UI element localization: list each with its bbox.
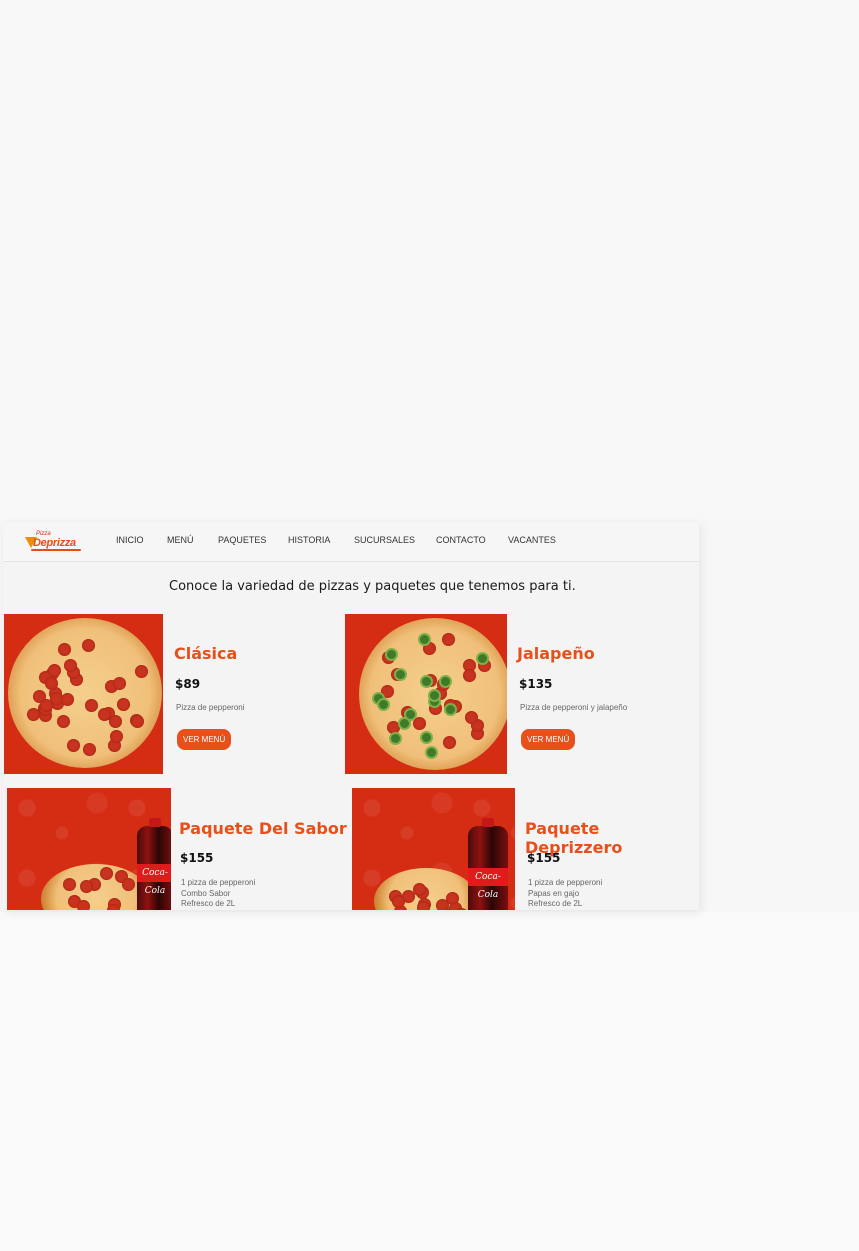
jalapeno-topping [389, 731, 403, 745]
card-desc-deprizzero: 1 pizza de pepperoni Papas en gajo Refre… [528, 878, 602, 910]
pepperoni-topping [47, 664, 61, 678]
pepperoni-topping [63, 658, 77, 672]
jalapeno-topping [417, 633, 431, 647]
pepperoni-topping [116, 698, 130, 712]
pepperoni-pizza-image [41, 864, 151, 910]
pepperoni-topping [81, 638, 95, 652]
bottle-cap [149, 818, 161, 827]
pepperoni-topping [99, 867, 113, 881]
package-image-del-sabor: Coca-Cola [7, 788, 171, 910]
jalapeno-topping [438, 675, 452, 689]
card-desc-jalapeno: Pizza de pepperoni y jalapeño [520, 703, 627, 714]
desc-line: Refresco de 2L [181, 899, 236, 908]
pizza-image-jalapeno [345, 614, 507, 774]
pepperoni-topping [131, 714, 145, 728]
pepperoni-topping [392, 894, 406, 908]
pepperoni-topping [108, 714, 122, 728]
nav-sucursales[interactable]: SUCURSALES [354, 535, 415, 545]
ver-menu-button-clasica[interactable]: VER MENÚ [177, 729, 232, 750]
website-preview: Pizza Deprizza INICIO MENÚ PAQUETES HIST… [3, 522, 699, 910]
pepperoni-topping [58, 643, 72, 657]
pepperoni-topping [443, 735, 457, 749]
section-headline: Conoce la variedad de pizzas y paquetes … [169, 579, 576, 594]
nav-historia[interactable]: HISTORIA [288, 535, 330, 545]
pepperoni-topping [454, 908, 468, 910]
card-price-del-sabor: $155 [180, 851, 214, 865]
pepperoni-topping [77, 899, 91, 910]
pepperoni-topping [465, 710, 479, 724]
jalapeno-topping [377, 697, 391, 711]
pepperoni-topping [107, 904, 121, 910]
pepperoni-topping [67, 738, 81, 752]
pepperoni-topping [112, 677, 126, 691]
card-price-jalapeno: $135 [519, 677, 553, 691]
pepperoni-topping [135, 664, 149, 678]
nav-vacantes[interactable]: VACANTES [508, 535, 556, 545]
page-background-top [0, 0, 859, 520]
bottle-label: Coca-Cola [468, 868, 508, 900]
jalapeno-topping [398, 716, 412, 730]
pepperoni-pizza-image [374, 868, 478, 910]
nav-inicio[interactable]: INICIO [116, 535, 144, 545]
brand-logo[interactable]: Pizza Deprizza [23, 530, 83, 554]
pepperoni-topping [441, 632, 455, 646]
nav-menu[interactable]: MENÚ [167, 535, 194, 545]
navbar: Pizza Deprizza INICIO MENÚ PAQUETES HIST… [3, 522, 699, 562]
pepperoni-topping [83, 743, 97, 757]
pepperoni-topping [80, 880, 94, 894]
pepperoni-topping [45, 676, 59, 690]
pepperoni-topping [435, 898, 449, 910]
pepperoni-topping [416, 900, 430, 910]
pepperoni-topping [121, 878, 135, 892]
pepperoni-topping [109, 730, 123, 744]
desc-line: Pizza de pepperoni [176, 703, 245, 712]
logo-brand-text: Deprizza [33, 537, 76, 549]
page-background-bottom [0, 912, 859, 1251]
bottle-label: Coca-Cola [137, 864, 171, 896]
pepperoni-topping [61, 692, 75, 706]
card-title-jalapeno: Jalapeño [517, 644, 595, 663]
jalapeno-topping [475, 652, 489, 666]
desc-line: Combo Sabor [181, 888, 231, 898]
pepperoni-topping [463, 669, 477, 683]
bottle-cap [482, 818, 494, 827]
pepperoni-topping [85, 699, 99, 712]
desc-line: Pizza de pepperoni y jalapeño [520, 703, 628, 712]
pepperoni-pizza-image [8, 618, 162, 768]
desc-line: 1 pizza de pepperoni [528, 878, 603, 887]
jalapeno-topping [393, 667, 407, 681]
pizza-image-clasica [4, 614, 163, 774]
nav-paquetes[interactable]: PAQUETES [218, 535, 266, 545]
card-title-del-sabor: Paquete Del Sabor [179, 819, 347, 838]
nav-contacto[interactable]: CONTACTO [436, 535, 486, 545]
jalapeno-pizza-image [359, 618, 507, 770]
card-title-clasica: Clásica [174, 644, 238, 663]
jalapeno-topping [420, 730, 434, 744]
jalapeno-topping [384, 647, 398, 661]
pepperoni-topping [26, 707, 40, 721]
card-price-deprizzero: $155 [527, 851, 561, 865]
pepperoni-topping [57, 715, 71, 729]
jalapeno-topping [427, 688, 441, 702]
ver-menu-button-jalapeno[interactable]: VER MENÚ [521, 729, 576, 750]
desc-line: 1 pizza de pepperoni [181, 878, 256, 887]
pepperoni-topping [63, 877, 77, 891]
card-desc-del-sabor: 1 pizza de pepperoni Combo Sabor Refresc… [181, 878, 255, 910]
desc-line: Papas en gajo [528, 888, 580, 898]
jalapeno-topping [425, 745, 439, 759]
jalapeno-topping [444, 702, 458, 716]
desc-line: Refresco de 2L [528, 899, 583, 908]
card-desc-clasica: Pizza de pepperoni [176, 703, 245, 714]
card-price-clasica: $89 [175, 677, 201, 691]
package-image-deprizzero: Coca-Cola [352, 788, 515, 910]
logo-swoosh [31, 549, 81, 551]
